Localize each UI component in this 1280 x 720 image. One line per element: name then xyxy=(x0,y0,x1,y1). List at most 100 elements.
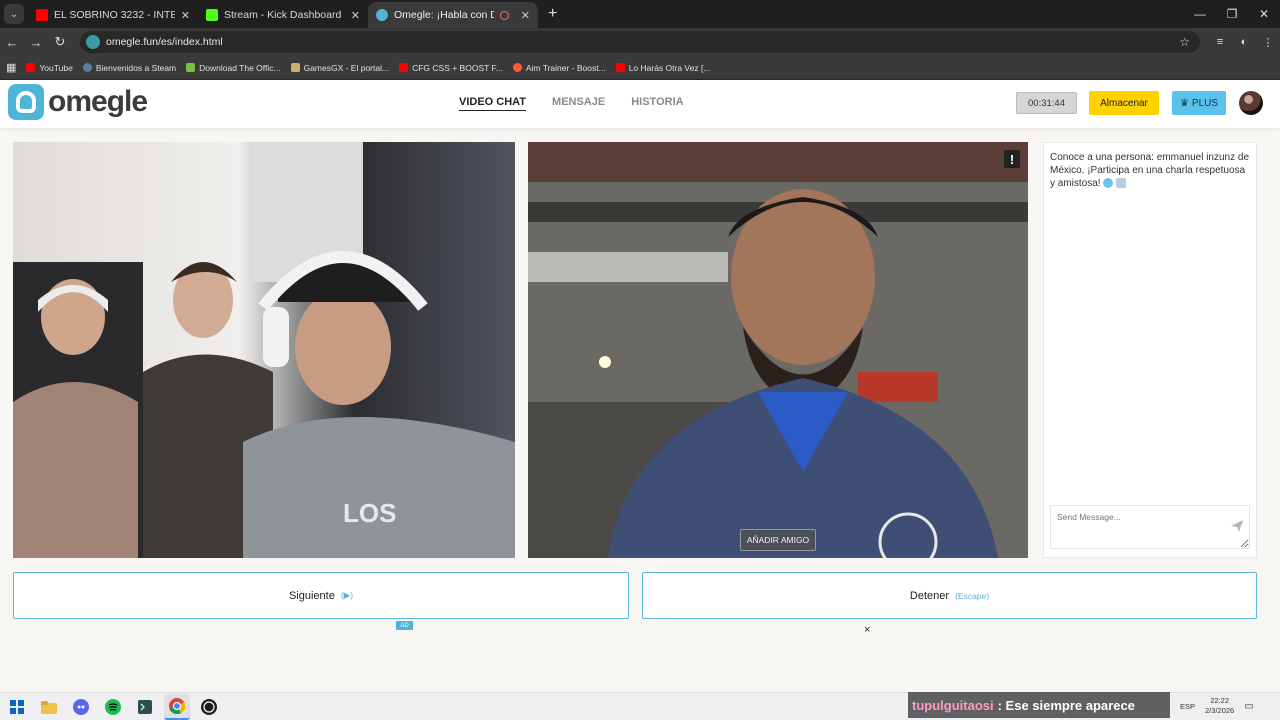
chat-system-message: Conoce a una persona: emmanuel inzunz de… xyxy=(1050,151,1250,190)
reading-list-icon[interactable]: ≡ xyxy=(1208,36,1232,48)
youtube-icon xyxy=(399,63,409,72)
spotify-icon[interactable] xyxy=(100,694,126,720)
ad-badge: AD xyxy=(396,621,413,630)
remote-video-frame xyxy=(528,142,1028,558)
overlay-message: : Ese siempre aparece xyxy=(997,697,1135,713)
bookmark-gamesgx[interactable]: GamesGX - El portal... xyxy=(290,62,390,73)
address-bar[interactable]: omegle.fun/es/index.html ☆ xyxy=(80,31,1200,53)
bookmark-star-icon[interactable]: ☆ xyxy=(1179,35,1190,49)
close-tab-icon[interactable]: ✕ xyxy=(521,9,530,22)
browser-tab-1[interactable]: EL SOBRINO 3232 - INTERNACIONAL ✕ xyxy=(28,2,198,28)
next-label: Siguiente xyxy=(288,589,335,602)
omegle-icon xyxy=(376,9,388,21)
bookmark-label: Aim Trainer - Boost... xyxy=(525,62,606,73)
chrome-icon[interactable] xyxy=(164,693,190,720)
next-hint: (▶) xyxy=(340,590,354,600)
new-tab-icon[interactable]: + xyxy=(548,5,557,23)
handshake-emoji-icon xyxy=(1116,178,1127,189)
gamesgx-icon xyxy=(290,63,300,72)
stop-hint: (Escape) xyxy=(955,590,990,601)
bookmark-label: YouTube xyxy=(39,62,73,73)
bookmark-label: Lo Harás Otra Vez [... xyxy=(628,62,711,73)
file-explorer-icon[interactable] xyxy=(36,694,62,720)
tab-title: EL SOBRINO 3232 - INTERNACIONAL xyxy=(54,9,175,21)
tab-search-icon[interactable]: ⌄ xyxy=(4,4,24,24)
nav-mensaje[interactable]: MENSAJE xyxy=(552,96,605,111)
toolbar-actions: ≡ ◐ ⋮ xyxy=(1208,28,1280,56)
browser-tab-3[interactable]: Omegle: ¡Habla con Desconocidos! ✕ xyxy=(368,2,538,28)
svg-text:LOS: LOS xyxy=(343,498,396,528)
notification-icon[interactable]: ▭ xyxy=(1244,701,1253,712)
store-button[interactable]: Almacenar xyxy=(1089,91,1159,115)
system-tray: ESP 22:22 2/3/2026 ▭ xyxy=(1180,694,1254,718)
plus-button[interactable]: ♛ PLUS xyxy=(1172,91,1226,115)
language-indicator[interactable]: ESP xyxy=(1180,702,1195,711)
chat-message-input[interactable] xyxy=(1050,505,1250,549)
add-friend-button[interactable]: AÑADIR AMIGO xyxy=(740,529,816,551)
discord-icon[interactable] xyxy=(68,694,94,720)
chat-message-text: Conoce a una persona: emmanuel inzunz de… xyxy=(1050,152,1250,189)
chat-panel: Conoce a una persona: emmanuel inzunz de… xyxy=(1043,142,1257,558)
tab-title: Stream - Kick Dashboard xyxy=(224,9,342,21)
clock-date: 2/3/2026 xyxy=(1205,706,1235,715)
nav-historia[interactable]: HISTORIA xyxy=(631,96,683,111)
bookmark-label: CFG CSS + BOOST F... xyxy=(412,62,503,73)
close-window-icon[interactable]: ✕ xyxy=(1248,0,1280,28)
kick-icon xyxy=(206,9,218,21)
tab-title: Omegle: ¡Habla con Desconocidos! xyxy=(394,9,494,21)
minimize-icon[interactable]: — xyxy=(1184,0,1216,28)
back-icon[interactable]: ← xyxy=(0,35,24,50)
local-video: LOS xyxy=(13,142,515,558)
main-nav: VIDEO CHAT MENSAJE HISTORIA xyxy=(459,96,684,111)
browser-toolbar: ← → ↻ omegle.fun/es/index.html ☆ ≡ ◐ ⋮ xyxy=(0,28,1280,56)
youtube-icon xyxy=(615,63,625,72)
steam-icon xyxy=(82,63,92,72)
plus-label: PLUS xyxy=(1191,97,1219,109)
close-tab-icon[interactable]: ✕ xyxy=(181,9,190,22)
nvidia-icon xyxy=(186,63,196,72)
terminal-icon[interactable] xyxy=(132,694,158,720)
obs-icon[interactable] xyxy=(196,694,222,720)
recording-icon xyxy=(499,10,509,20)
bookmark-youtube[interactable]: YouTube xyxy=(26,62,73,73)
close-ad-icon[interactable]: × xyxy=(864,624,870,636)
report-button[interactable]: ! xyxy=(1004,150,1020,168)
bookmarks-bar: ▦ YouTube Bienvenidos a Steam Download T… xyxy=(0,56,1280,80)
site-info-icon[interactable] xyxy=(86,35,100,49)
bookmark-label: Bienvenidos a Steam xyxy=(95,62,177,73)
omegle-logo-icon xyxy=(8,84,44,120)
local-video-frame: LOS xyxy=(13,142,515,558)
apps-icon[interactable]: ▦ xyxy=(6,61,16,74)
bookmark-steam[interactable]: Bienvenidos a Steam xyxy=(82,62,177,73)
nav-video-chat[interactable]: VIDEO CHAT xyxy=(459,96,527,111)
close-tab-icon[interactable]: ✕ xyxy=(351,9,360,22)
stop-button[interactable]: Detener (Escape) xyxy=(642,572,1257,619)
window-controls: — ❐ ✕ xyxy=(1184,0,1280,28)
bookmark-cfg[interactable]: CFG CSS + BOOST F... xyxy=(399,63,503,73)
omegle-logo[interactable]: omegle xyxy=(8,84,148,120)
reload-icon[interactable]: ↻ xyxy=(48,34,72,50)
bookmark-lo-haras[interactable]: Lo Harás Otra Vez [... xyxy=(615,62,711,73)
clock[interactable]: 22:22 2/3/2026 xyxy=(1205,696,1234,716)
browser-tab-2[interactable]: Stream - Kick Dashboard ✕ xyxy=(198,2,368,28)
stream-chat-overlay: tupulguitaosi : Ese siempre aparece xyxy=(908,692,1170,718)
restore-icon[interactable]: ❐ xyxy=(1216,0,1248,28)
bookmark-label: GamesGX - El portal... xyxy=(303,62,390,73)
youtube-icon xyxy=(26,63,36,72)
bookmark-aim-trainer[interactable]: Aim Trainer - Boost... xyxy=(512,62,606,73)
youtube-icon xyxy=(36,9,48,21)
clock-time: 22:22 xyxy=(1210,696,1229,705)
menu-icon[interactable]: ⋮ xyxy=(1256,36,1280,49)
session-timer: 00:31:44 xyxy=(1016,92,1077,114)
stop-label: Detener xyxy=(909,589,950,602)
remote-video xyxy=(528,142,1028,558)
smile-emoji-icon xyxy=(1103,178,1114,189)
next-button[interactable]: Siguiente (▶) xyxy=(13,572,629,619)
bookmark-nvidia[interactable]: Download The Offic... xyxy=(186,63,281,73)
profile-icon[interactable]: ◐ xyxy=(1232,36,1256,48)
windows-start-icon[interactable] xyxy=(4,694,30,720)
browser-tabstrip: ⌄ EL SOBRINO 3232 - INTERNACIONAL ✕ Stre… xyxy=(0,0,1280,28)
forward-icon[interactable]: → xyxy=(24,35,48,50)
avatar[interactable] xyxy=(1239,91,1263,115)
send-icon[interactable] xyxy=(1230,519,1244,533)
